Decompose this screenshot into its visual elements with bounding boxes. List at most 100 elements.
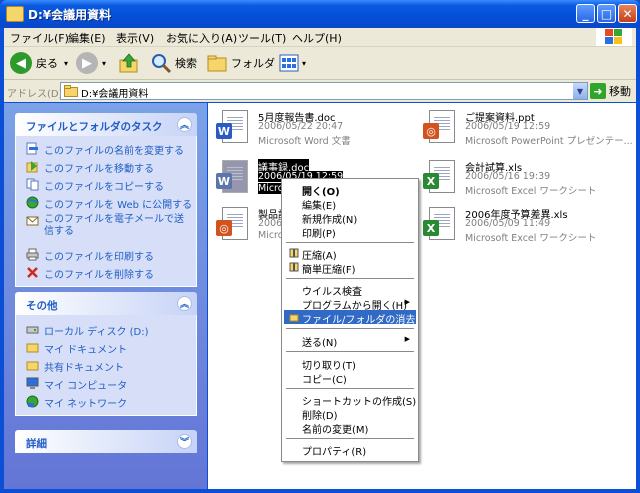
task-rename[interactable]: このファイルの名前を変更する xyxy=(26,142,184,157)
archive-icon xyxy=(289,262,299,272)
ctx-properties[interactable]: プロパティ(R) xyxy=(284,442,416,458)
file-item[interactable]: W 5月度報告書.doc 2006/05/22 20:47 Microsoft … xyxy=(216,109,386,149)
ctx-cut[interactable]: 切り取り(T) xyxy=(284,356,416,372)
submenu-arrow-icon: ▶ xyxy=(404,335,410,343)
ctx-print[interactable]: 印刷(P) xyxy=(284,224,416,240)
rename-icon xyxy=(26,142,38,155)
address-input[interactable]: D:¥会議用資料 ▼ xyxy=(60,82,588,100)
panel-title: ファイルとフォルダのタスク xyxy=(26,121,163,133)
ctx-send-to[interactable]: 送る(N) ▶ xyxy=(284,333,416,349)
separator xyxy=(286,242,414,243)
search-icon xyxy=(152,54,172,74)
ctx-virus-scan[interactable]: ウイルス検査 xyxy=(284,282,416,298)
file-item[interactable]: ◎ 製品説 2006/0 Microso xyxy=(216,206,294,246)
move-icon xyxy=(26,161,38,173)
up-folder-button[interactable] xyxy=(118,51,140,75)
folder-icon xyxy=(26,361,39,371)
ctx-copy[interactable]: コピー(C) xyxy=(284,370,416,386)
panel-header[interactable]: その他 ︽ xyxy=(15,292,197,315)
ctx-edit[interactable]: 編集(E) xyxy=(284,196,416,212)
ctx-new[interactable]: 新規作成(N) xyxy=(284,210,416,226)
task-print[interactable]: このファイルを印刷する xyxy=(26,248,154,263)
go-arrow-icon: ➜ xyxy=(590,83,606,99)
address-bar: アドレス(D) D:¥会議用資料 ▼ ➜ 移動 xyxy=(4,80,636,102)
folders-button[interactable]: フォルダ xyxy=(206,51,275,75)
archive-icon xyxy=(289,248,299,258)
ctx-compress[interactable]: 圧縮(A) xyxy=(284,246,416,262)
folder-icon xyxy=(6,6,24,22)
menu-edit[interactable]: 編集(E) xyxy=(68,30,106,46)
email-icon xyxy=(26,216,39,226)
explorer-window: D:¥会議用資料 _ □ ✕ ファイル(F) 編集(E) 表示(V) お気に入り… xyxy=(0,0,640,493)
ctx-open[interactable]: 開く(O) xyxy=(284,182,416,198)
ctx-rename[interactable]: 名前の変更(M) xyxy=(284,420,416,436)
menu-view[interactable]: 表示(V) xyxy=(116,30,154,46)
title-bar[interactable]: D:¥会議用資料 _ □ ✕ xyxy=(0,0,640,28)
word-doc-icon: W xyxy=(216,159,248,195)
details-panel: 詳細 ︾ xyxy=(15,430,197,453)
expand-chevron-icon[interactable]: ︾ xyxy=(177,434,192,449)
folders-icon xyxy=(207,55,227,72)
window-title: D:¥会議用資料 xyxy=(28,8,112,22)
menu-bar: ファイル(F) 編集(E) 表示(V) お気に入り(A) ツール(T) ヘルプ(… xyxy=(4,28,636,47)
separator xyxy=(286,351,414,352)
ctx-quick-compress[interactable]: 簡単圧縮(F) xyxy=(284,260,416,276)
task-publish-web[interactable]: このファイルを Web に公開する xyxy=(26,196,192,211)
address-dropdown-button[interactable]: ▼ xyxy=(573,83,587,99)
place-my-documents[interactable]: マイ ドキュメント xyxy=(26,341,127,356)
ctx-delete[interactable]: 削除(D) xyxy=(284,406,416,422)
up-folder-icon xyxy=(119,53,138,73)
ctx-create-shortcut[interactable]: ショートカットの作成(S) xyxy=(284,392,416,408)
printer-icon xyxy=(26,248,39,261)
powerpoint-doc-icon: ◎ xyxy=(423,109,455,145)
panel-body: ローカル ディスク (D:) マイ ドキュメント 共有ドキュメント マイ コンピ… xyxy=(15,315,197,416)
delete-x-icon xyxy=(27,267,38,278)
place-my-network[interactable]: マイ ネットワーク xyxy=(26,395,127,410)
collapse-chevron-icon[interactable]: ︽ xyxy=(177,296,192,311)
excel-doc-icon: X xyxy=(423,206,455,242)
search-button[interactable]: 検索 xyxy=(150,51,197,75)
place-my-computer[interactable]: マイ コンピュータ xyxy=(26,377,127,392)
maximize-button[interactable]: □ xyxy=(597,4,616,23)
close-button[interactable]: ✕ xyxy=(618,4,637,23)
file-item[interactable]: X 2006年度予算差異.xls 2006/05/09 11:49 Micros… xyxy=(423,206,613,246)
panel-title: 詳細 xyxy=(26,438,47,450)
folder-icon xyxy=(26,343,39,353)
task-copy[interactable]: このファイルをコピーする xyxy=(26,178,164,193)
place-shared-documents[interactable]: 共有ドキュメント xyxy=(26,359,124,374)
back-button[interactable]: ◀ 戻る ▾ xyxy=(10,51,68,75)
file-item[interactable]: X 会計試算.xls 2006/05/16 19:39 Microsoft Ex… xyxy=(423,159,613,199)
task-email[interactable]: このファイルを電子メールで送信する xyxy=(26,214,188,238)
place-local-disk[interactable]: ローカル ディスク (D:) xyxy=(26,323,149,338)
menu-help[interactable]: ヘルプ(H) xyxy=(292,30,342,46)
task-pane: ファイルとフォルダのタスク ︽ このファイルの名前を変更する このファイルを移動… xyxy=(4,103,207,489)
menu-file[interactable]: ファイル(F) xyxy=(10,30,69,46)
collapse-chevron-icon[interactable]: ︽ xyxy=(177,117,192,132)
globe-icon xyxy=(26,196,39,209)
task-delete[interactable]: このファイルを削除する xyxy=(26,266,154,281)
menu-tools[interactable]: ツール(T) xyxy=(238,30,286,46)
go-label: 移動 xyxy=(609,85,631,98)
panel-header[interactable]: ファイルとフォルダのタスク ︽ xyxy=(15,113,197,136)
folders-label: フォルダ xyxy=(231,57,275,70)
separator xyxy=(286,278,414,279)
task-move[interactable]: このファイルを移動する xyxy=(26,160,154,175)
separator xyxy=(286,438,414,439)
folder-icon xyxy=(289,314,299,322)
forward-button[interactable]: ▶ ▾ xyxy=(76,51,106,75)
windows-logo-icon xyxy=(596,28,632,46)
panel-title: その他 xyxy=(26,300,58,312)
file-item[interactable]: ◎ ご提案資料.ppt 2006/05/19 12:59 Microsoft P… xyxy=(423,109,633,149)
views-button[interactable]: ▾ xyxy=(278,51,306,75)
search-label: 検索 xyxy=(175,57,197,70)
submenu-arrow-icon: ▶ xyxy=(404,298,410,306)
network-icon xyxy=(26,395,39,408)
excel-doc-icon: X xyxy=(423,159,455,195)
ctx-open-with[interactable]: プログラムから開く(H) ▶ xyxy=(284,296,416,312)
minimize-button[interactable]: _ xyxy=(576,4,595,23)
panel-header[interactable]: 詳細 ︾ xyxy=(15,430,197,453)
menu-favorites[interactable]: お気に入り(A) xyxy=(166,30,237,46)
other-places-panel: その他 ︽ ローカル ディスク (D:) マイ ドキュメント 共有ドキュメント xyxy=(15,292,197,416)
ctx-secure-erase[interactable]: ファイル/フォルダの消去 xyxy=(284,310,416,326)
go-button[interactable]: ➜ 移動 xyxy=(590,82,631,100)
